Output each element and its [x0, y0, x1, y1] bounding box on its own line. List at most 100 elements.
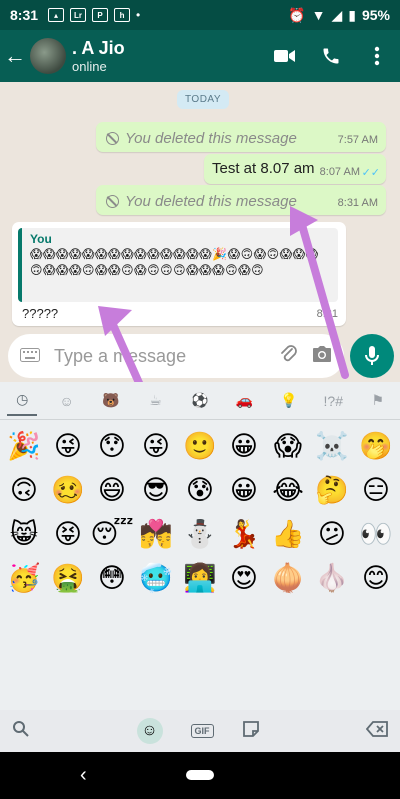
- emoji-key[interactable]: 😰: [178, 468, 222, 512]
- emoji-key[interactable]: 😄: [90, 468, 134, 512]
- status-right: ⏰ ▼ ◢ ▮ 95%: [288, 7, 390, 24]
- emoji-key[interactable]: 👩‍💻: [178, 556, 222, 600]
- emoji-key[interactable]: 😜: [134, 424, 178, 468]
- compose-bar: Type a message: [0, 330, 400, 382]
- status-icons: ▴ Lr P h •: [48, 8, 140, 22]
- food-icon[interactable]: ☕: [141, 386, 171, 416]
- message-input[interactable]: Type a message: [8, 334, 344, 378]
- emoji-key[interactable]: 🤔: [310, 468, 354, 512]
- contact-status: online: [72, 59, 107, 74]
- nav-home-pill[interactable]: [186, 770, 214, 780]
- emoji-category-tabs: ◷ ☺ 🐻 ☕ ⚽ 🚗 💡 !?# ⚑: [0, 382, 400, 420]
- battery-level: 95%: [361, 7, 390, 23]
- read-receipt-icon: ✓✓: [361, 167, 380, 179]
- emoji-key[interactable]: 😳: [90, 556, 134, 600]
- emoji-key[interactable]: 😱: [266, 424, 310, 468]
- h-icon: h: [114, 8, 131, 22]
- emoji-key[interactable]: 🙂: [178, 424, 222, 468]
- dot-icon: •: [136, 8, 141, 22]
- emoji-tab-icon[interactable]: ☺: [136, 718, 163, 744]
- contact-avatar[interactable]: [30, 38, 66, 74]
- p-icon: P: [92, 8, 109, 22]
- battery-icon: ▮: [348, 6, 356, 23]
- emoji-key[interactable]: 😴: [90, 512, 134, 556]
- voice-call-icon[interactable]: [308, 46, 354, 66]
- smiley-icon[interactable]: ☺: [52, 386, 82, 416]
- sent-message-bubble[interactable]: Test at 8.07 am 8:07 AM ✓✓: [204, 154, 386, 184]
- emoji-key[interactable]: 😂: [266, 468, 310, 512]
- system-nav-bar: ‹: [0, 752, 400, 799]
- emoji-key[interactable]: 🤭: [354, 424, 398, 468]
- emoji-key[interactable]: 👀: [354, 512, 398, 556]
- message-text: Test at 8.07 am: [212, 160, 315, 177]
- chat-app-bar: ← . A Jio online: [0, 30, 400, 82]
- message-time: 8:31 AM: [337, 197, 378, 209]
- emoji-key[interactable]: 🥴: [46, 468, 90, 512]
- emoji-key[interactable]: 💏: [134, 512, 178, 556]
- emoji-key[interactable]: 😸: [2, 512, 46, 556]
- message-placeholder: Type a message: [54, 345, 187, 366]
- emoji-key[interactable]: ⛄: [178, 512, 222, 556]
- attach-icon[interactable]: [280, 344, 298, 369]
- emoji-key[interactable]: 😀: [222, 468, 266, 512]
- sticker-icon[interactable]: [242, 720, 260, 743]
- quoted-message[interactable]: You 😱😱😱😱😱😱😱😱😱😱😱😱😱😱🎉😱🙃😱🙃😱😱😱🙃😱😱😱🙃😱😱🙃😱🙃🙃🙃😱😱…: [18, 228, 338, 302]
- back-arrow-icon[interactable]: ←: [0, 43, 30, 69]
- video-call-icon[interactable]: [262, 48, 308, 64]
- message-text: ?????: [22, 306, 59, 321]
- emoji-key[interactable]: 🙃: [2, 468, 46, 512]
- symbols-icon[interactable]: !?#: [318, 386, 348, 416]
- emoji-key[interactable]: 😯: [90, 424, 134, 468]
- backspace-icon[interactable]: [365, 720, 388, 742]
- camera-icon[interactable]: [312, 345, 332, 368]
- gif-icon[interactable]: GIF: [190, 724, 214, 738]
- emoji-key[interactable]: 😑: [354, 468, 398, 512]
- recent-icon[interactable]: ◷: [7, 386, 38, 416]
- date-chip: TODAY: [177, 90, 230, 109]
- emoji-search-icon[interactable]: [12, 720, 30, 743]
- emoji-key[interactable]: 😕: [310, 512, 354, 556]
- emoji-keyboard-bottom-bar: ☺ GIF: [0, 710, 400, 752]
- flag-icon[interactable]: ⚑: [363, 386, 393, 416]
- received-message-bubble[interactable]: You 😱😱😱😱😱😱😱😱😱😱😱😱😱😱🎉😱🙃😱🙃😱😱😱🙃😱😱😱🙃😱😱🙃😱🙃🙃🙃😱😱…: [12, 222, 346, 326]
- emoji-key[interactable]: 👍: [266, 512, 310, 556]
- emoji-key[interactable]: 🎉: [2, 424, 46, 468]
- emoji-key[interactable]: 🧄: [310, 556, 354, 600]
- emoji-key[interactable]: 😎: [134, 468, 178, 512]
- status-time: 8:31: [10, 7, 39, 23]
- bulb-icon[interactable]: 💡: [274, 386, 304, 416]
- emoji-key[interactable]: 😝: [46, 512, 90, 556]
- more-options-icon[interactable]: [354, 46, 400, 66]
- emoji-key[interactable]: ☠️: [310, 424, 354, 468]
- keyboard-icon[interactable]: [20, 346, 40, 367]
- emoji-grid: 🎉 😜 😯 😜 🙂 😀 😱 ☠️ 🤭 🙃 🥴 😄 😎 😰 😀 😂 🤔 😑 😸 😝 😴 💏 ⛄ 💃 👍 😕 👀 🥳 🤮 😳 🥶 👩‍💻 😍 🧅 🧄 😊: [0, 420, 400, 710]
- emoji-key[interactable]: 😀: [222, 424, 266, 468]
- quote-emojis: 😱😱😱😱😱😱😱😱😱😱😱😱😱😱🎉😱🙃😱🙃😱😱😱🙃😱😱😱🙃😱😱🙃😱🙃🙃🙃😱😱😱🙃😱🙃: [30, 247, 319, 277]
- deleted-message-text: You deleted this message: [125, 193, 297, 210]
- deleted-message-bubble[interactable]: You deleted this message 7:57 AM: [96, 122, 386, 152]
- mic-button[interactable]: [350, 334, 394, 378]
- message-time: 7:57 AM: [337, 134, 378, 146]
- status-bar: 8:31 ▴ Lr P h • ⏰ ▼ ◢ ▮ 95%: [0, 0, 400, 30]
- animal-icon[interactable]: 🐻: [96, 386, 126, 416]
- message-time: 8:07 AM: [319, 166, 360, 178]
- contact-info[interactable]: . A Jio online: [72, 38, 262, 74]
- nav-back-icon[interactable]: ‹: [80, 764, 87, 787]
- wifi-icon: ▼: [311, 7, 326, 23]
- emoji-key[interactable]: 🤮: [46, 556, 90, 600]
- deleted-message-bubble[interactable]: You deleted this message 8:31 AM: [96, 185, 386, 215]
- deleted-icon: [106, 132, 119, 145]
- emoji-key[interactable]: 😍: [222, 556, 266, 600]
- deleted-message-text: You deleted this message: [125, 130, 297, 147]
- contact-name: . A Jio: [72, 38, 125, 58]
- message-time: 8:31: [316, 308, 338, 320]
- sport-icon[interactable]: ⚽: [185, 386, 215, 416]
- deleted-icon: [106, 195, 119, 208]
- emoji-key[interactable]: 💃: [222, 512, 266, 556]
- car-icon[interactable]: 🚗: [229, 386, 259, 416]
- emoji-key[interactable]: 😊: [354, 556, 398, 600]
- emoji-key[interactable]: 😜: [46, 424, 90, 468]
- emoji-key[interactable]: 🧅: [266, 556, 310, 600]
- emoji-key[interactable]: 🥳: [2, 556, 46, 600]
- emoji-key[interactable]: 🥶: [134, 556, 178, 600]
